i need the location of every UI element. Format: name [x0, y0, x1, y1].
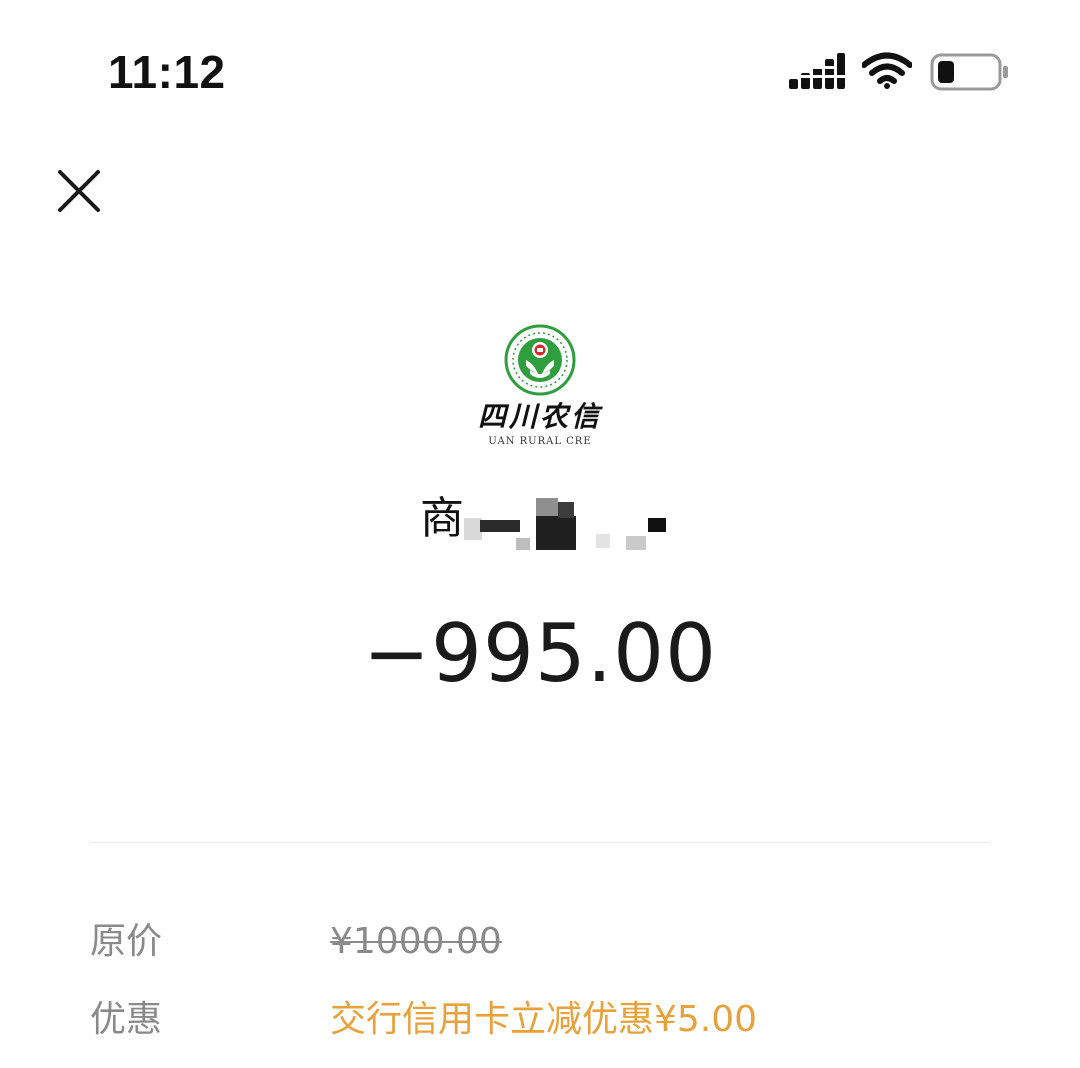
merchant-name-prefix: 商 [420, 493, 464, 544]
close-icon [58, 170, 100, 212]
close-button[interactable] [50, 162, 108, 220]
discount-value: 交行信用卡立减优惠¥5.00 [330, 999, 758, 1040]
bank-name-cn: 四川农信 [477, 400, 602, 433]
status-time: 11:12 [108, 46, 226, 98]
original-price-label: 原价 [90, 921, 163, 962]
bank-emblem-icon [504, 324, 576, 396]
bank-name-en: UAN RURAL CRE [488, 436, 592, 447]
battery-icon [930, 53, 1008, 91]
wifi-icon [862, 52, 912, 89]
discount-label: 优惠 [90, 999, 163, 1040]
original-price-value: ¥1000.00 [330, 921, 502, 962]
cellular-signal-icon [789, 53, 845, 89]
merchant-name: 商 [420, 488, 680, 552]
bank-logo: 四川农信 UAN RURAL CRE [470, 322, 610, 447]
transaction-amount: −995.00 [363, 607, 717, 700]
divider [90, 842, 990, 843]
